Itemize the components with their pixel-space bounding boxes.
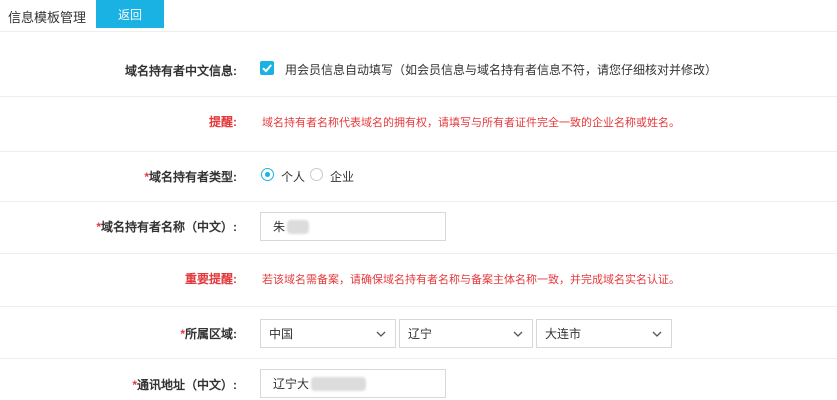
divider xyxy=(0,201,837,202)
province-select[interactable]: 辽宁 xyxy=(399,319,533,348)
city-select[interactable]: 大连市 xyxy=(536,319,672,348)
autofill-checkbox-label: 用会员信息自动填写（如会员信息与域名持有者信息不符，请您仔细核对并修改） xyxy=(285,63,718,77)
important-reminder-label: 重要提醒: xyxy=(185,272,237,286)
owner-type-label-text: 域名持有者类型: xyxy=(149,170,237,184)
owner-name-value: 朱 xyxy=(273,220,286,234)
chevron-down-icon xyxy=(513,331,523,337)
country-select[interactable]: 中国 xyxy=(260,319,396,348)
divider xyxy=(0,31,837,32)
radio-personal-label[interactable]: 个人 xyxy=(281,168,305,185)
divider xyxy=(0,358,837,359)
checkmark-icon xyxy=(262,64,272,73)
divider xyxy=(0,253,837,254)
address-value: 辽宁大 xyxy=(273,377,310,391)
top-bar: 信息模板管理 返回 xyxy=(0,0,837,31)
page-title: 信息模板管理 xyxy=(8,10,87,25)
owner-name-input[interactable]: 朱 xyxy=(260,212,446,241)
chevron-down-icon xyxy=(376,331,386,337)
city-value: 大连市 xyxy=(545,327,582,341)
owner-type-label: *域名持有者类型: xyxy=(144,168,237,185)
country-value: 中国 xyxy=(269,327,294,341)
owner-name-label-text: 域名持有者名称（中文）: xyxy=(101,220,237,234)
redacted-text xyxy=(287,219,310,234)
important-reminder-text: 若该域名需备案，请确保域名持有者名称与备案主体名称一致，并完成域名实名认证。 xyxy=(262,274,680,286)
reminder-label: 提醒: xyxy=(209,115,237,129)
address-label: *通讯地址（中文）: xyxy=(132,376,237,393)
owner-name-label: *域名持有者名称（中文）: xyxy=(96,218,237,235)
radio-personal[interactable] xyxy=(261,168,274,181)
radio-enterprise-label[interactable]: 企业 xyxy=(330,168,354,185)
region-label: *所属区域: xyxy=(180,325,237,342)
divider xyxy=(0,306,837,307)
province-value: 辽宁 xyxy=(408,327,433,341)
back-button[interactable]: 返回 xyxy=(96,0,164,28)
radio-enterprise[interactable] xyxy=(310,168,323,181)
divider xyxy=(0,151,837,152)
autofill-checkbox[interactable] xyxy=(260,61,274,75)
address-input[interactable]: 辽宁大 xyxy=(260,369,446,398)
reminder-text: 域名持有者名称代表域名的拥有权，请填写与所有者证件完全一致的企业名称或姓名。 xyxy=(262,117,680,129)
divider xyxy=(0,96,837,97)
owner-cn-info-label: 域名持有者中文信息: xyxy=(125,64,237,78)
chevron-down-icon xyxy=(652,331,662,337)
address-label-text: 通讯地址（中文）: xyxy=(137,378,237,392)
region-label-text: 所属区域: xyxy=(185,327,237,341)
redacted-text xyxy=(311,376,367,391)
